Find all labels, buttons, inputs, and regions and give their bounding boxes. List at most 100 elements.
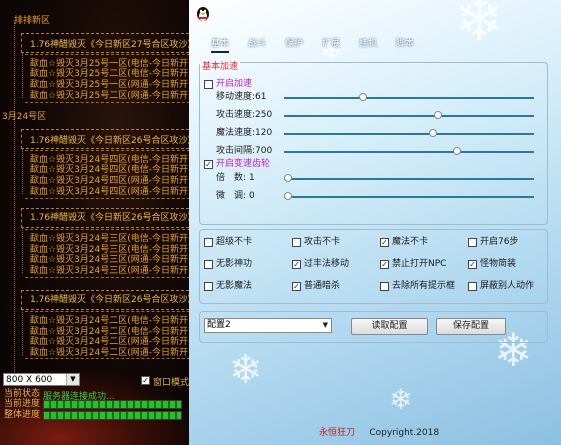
option-label: 禁止打开NPC <box>392 259 447 269</box>
server-tree: 排排新区 1.76神醋毁灭《今日新区27号合区攻沙》 歃血☆毁灭3月25号一区(电信… <box>0 0 196 375</box>
footer-copyright: Copyright.2018 <box>369 428 440 438</box>
option-checkbox[interactable]: ✓ <box>292 282 301 291</box>
tree-separator <box>25 54 195 55</box>
tab-script[interactable]: 脚本 <box>396 37 414 51</box>
speed-gear-checkbox[interactable]: ✓ <box>204 160 213 169</box>
tree-line-item[interactable]: 歃血☆毁灭3月24号四区(电信-今日新开 <box>30 165 188 175</box>
option-label: 超级不卡 <box>216 237 253 247</box>
tree-server-item[interactable]: 1.76神醋毁灭《今日新区26号合区攻沙》 <box>30 136 196 146</box>
tree-line-item[interactable]: 歃血☆毁灭3月25号一区(网通-今日新开 <box>30 80 188 90</box>
tree-server-item[interactable]: 1.76神醋毁灭《今日新区26号合区攻沙》 <box>30 213 196 223</box>
tree-line-item[interactable]: 歃血☆毁灭3月24号二区(电信-今日新开 <box>30 316 188 326</box>
tree-connector <box>14 22 15 372</box>
tree-line-item[interactable]: 歃血☆毁灭3月25号二区(网通-今日新开 <box>30 91 188 101</box>
option-label: 过丰法移动 <box>304 259 350 269</box>
tree-server-item[interactable]: 1.76神醋毁灭《今日新区26号合区攻沙》 <box>30 295 196 305</box>
tree-line-item[interactable]: 歃血☆毁灭3月24号三区(电信-今日新开 <box>30 234 188 244</box>
title-bar[interactable] <box>189 0 561 28</box>
progress-current-fill <box>44 401 181 408</box>
speed-panel-title: 基本加速 <box>200 62 241 72</box>
progress-total-label: 整体进度 <box>4 410 41 420</box>
tab-protect[interactable]: 保护 <box>285 37 303 51</box>
tool-window: ❄ ❄ ❄ ❄ ❄ 基本 战斗 保护 扩展 挂机 脚本 基本加速 开启加速 移动… <box>189 0 561 445</box>
slider-thumb[interactable] <box>284 174 292 182</box>
option-checkbox[interactable]: ✓ <box>292 260 301 269</box>
tree-separator <box>25 358 195 359</box>
tree-group-header[interactable]: 排排新区 <box>14 16 50 26</box>
gear-finetune-label: 微 调: 0 <box>216 191 255 201</box>
tree-separator <box>25 311 195 312</box>
gear-multiplier-slider[interactable] <box>284 174 534 182</box>
tree-separator <box>25 198 195 199</box>
option-checkbox[interactable] <box>204 282 213 291</box>
chevron-down-icon[interactable]: ▼ <box>323 319 328 332</box>
tree-separator <box>25 150 195 151</box>
tree-separator <box>25 277 195 278</box>
snowflake-icon: ❄ <box>389 383 413 416</box>
footer: 永恒狂刀 Copyright.2018 <box>319 425 439 438</box>
tree-line-item[interactable]: 歃血☆毁灭3月24号三区(网通-今日新开 <box>30 255 188 265</box>
option-checkbox[interactable] <box>468 282 477 291</box>
move-speed-label: 移动速度:61 <box>216 92 267 102</box>
save-config-button[interactable]: 保存配置 <box>436 318 506 335</box>
tree-separator <box>25 102 195 103</box>
slider-thumb[interactable] <box>429 129 437 137</box>
progress-current-bar <box>43 400 182 409</box>
magic-speed-label: 魔法速度:120 <box>216 128 273 138</box>
gear-finetune-slider[interactable] <box>284 192 534 200</box>
magic-speed-slider[interactable] <box>284 129 534 137</box>
tree-line-item[interactable]: 歃血☆毁灭3月24号二区(网通-今日新开 <box>30 337 188 347</box>
slider-thumb[interactable] <box>453 147 461 155</box>
slider-thumb[interactable] <box>359 93 367 101</box>
option-label: 开启76步 <box>480 237 519 247</box>
option-checkbox[interactable]: ✓ <box>380 260 389 269</box>
tree-line-item[interactable]: 歃血☆毁灭3月24号三区(网通-今日新开 <box>30 266 188 276</box>
speed-gear-label: 开启变速齿轮 <box>216 159 271 169</box>
snowflake-icon: ❄ <box>229 347 263 393</box>
tree-line-item[interactable]: 歃血☆毁灭3月24号四区(网通-今日新开 <box>30 176 188 186</box>
tree-connector <box>22 52 23 98</box>
slider-thumb[interactable] <box>284 192 292 200</box>
tree-line-item[interactable]: 歃血☆毁灭3月25号二区(电信-今日新开 <box>30 69 188 79</box>
option-label: 魔法不卡 <box>392 237 429 247</box>
tree-line-item[interactable]: 歃血☆毁灭3月24号三区(电信-今日新开 <box>30 245 188 255</box>
tree-server-item[interactable]: 1.76神醋毁灭《今日新区27号合区攻沙》 <box>30 40 196 50</box>
tree-line-item[interactable]: 歃血☆毁灭3月25号一区(电信-今日新开 <box>30 59 188 69</box>
chevron-down-icon[interactable]: ▼ <box>66 374 79 385</box>
window-mode-checkbox[interactable]: ✓ <box>141 376 150 385</box>
tree-line-item[interactable]: 歃血☆毁灭3月24号四区(电信-今日新开 <box>30 155 188 165</box>
option-checkbox[interactable] <box>292 238 301 247</box>
penguin-icon <box>197 7 209 21</box>
progress-current-label: 当前进度 <box>4 399 41 409</box>
option-checkbox[interactable] <box>204 260 213 269</box>
attack-speed-slider[interactable] <box>284 111 534 119</box>
gear-multiplier-label: 倍 数: 1 <box>216 173 255 183</box>
option-label: 无影神功 <box>216 259 253 269</box>
tree-group-header[interactable]: 3月24号区 <box>2 112 46 122</box>
option-checkbox[interactable] <box>380 282 389 291</box>
config-select[interactable]: 配置2 ▼ <box>204 318 332 333</box>
config-value: 配置2 <box>207 320 231 330</box>
move-speed-slider[interactable] <box>284 93 534 101</box>
tree-line-item[interactable]: 歃血☆毁灭3月24号四区(网通-今日新开 <box>30 187 188 197</box>
tree-separator <box>25 229 195 230</box>
window-mode-label: 窗口模式 <box>153 378 190 388</box>
option-checkbox[interactable]: ✓ <box>380 238 389 247</box>
read-config-button[interactable]: 读取配置 <box>351 318 428 335</box>
resolution-select[interactable]: 800 X 600 ▼ <box>3 373 80 386</box>
slider-thumb[interactable] <box>434 111 442 119</box>
option-checkbox[interactable] <box>468 238 477 247</box>
attack-interval-slider[interactable] <box>284 147 534 155</box>
option-checkbox[interactable]: ✓ <box>468 260 477 269</box>
tab-afk[interactable]: 挂机 <box>359 37 377 51</box>
tab-combat[interactable]: 战斗 <box>248 37 266 51</box>
tab-extend[interactable]: 扩展 <box>322 37 340 51</box>
tab-basic[interactable]: 基本 <box>211 37 230 53</box>
tree-line-item[interactable]: 歃血☆毁灭3月24号二区(网通-今日新开 <box>30 348 188 358</box>
footer-brand: 永恒狂刀 <box>319 428 356 438</box>
enable-speed-checkbox[interactable] <box>204 80 213 89</box>
option-checkbox[interactable] <box>204 238 213 247</box>
tree-connector <box>22 309 23 355</box>
progress-total-fill <box>44 412 181 419</box>
tree-line-item[interactable]: 歃血☆毁灭3月24号二区(电信-今日新开 <box>30 327 188 337</box>
